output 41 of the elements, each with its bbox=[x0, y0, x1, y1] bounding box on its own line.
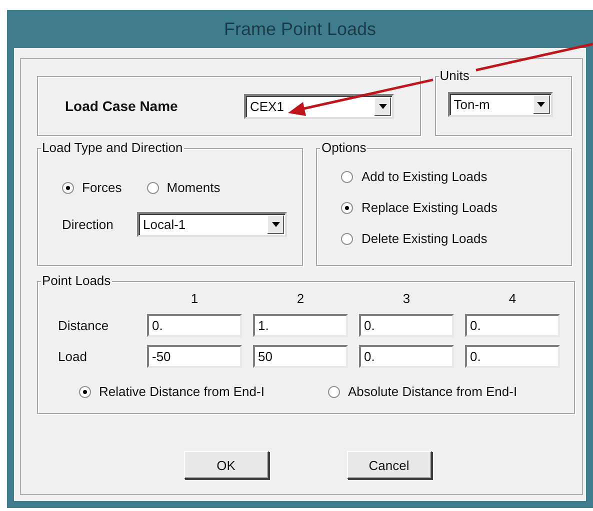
input-field[interactable]: -50 bbox=[147, 345, 242, 368]
radio-label: Delete Existing Loads bbox=[361, 231, 488, 246]
input-field[interactable]: 50 bbox=[253, 345, 348, 368]
dropdown-button[interactable] bbox=[374, 96, 391, 116]
direction-label: Direction bbox=[62, 217, 114, 232]
input-field[interactable]: 0. bbox=[359, 314, 454, 337]
input-field[interactable]: 0. bbox=[465, 314, 560, 337]
row-label: Load bbox=[58, 349, 88, 364]
radio-button[interactable] bbox=[146, 182, 159, 194]
input-field[interactable]: 0. bbox=[147, 314, 242, 337]
radio-button[interactable] bbox=[341, 170, 354, 182]
group-legend: Load Type and Direction bbox=[41, 140, 184, 156]
direction-dropdown[interactable]: Local-1 bbox=[137, 212, 287, 237]
column-header: 4 bbox=[508, 292, 518, 306]
radio-button[interactable] bbox=[62, 182, 74, 194]
radio-label: Absolute Distance from End-I bbox=[348, 384, 518, 399]
radio-label: Forces bbox=[82, 180, 122, 195]
radio-label: Moments bbox=[166, 180, 220, 195]
radio-button[interactable] bbox=[341, 202, 354, 214]
dropdown-button[interactable] bbox=[267, 215, 284, 234]
input-field[interactable]: 0. bbox=[465, 345, 560, 368]
radio-button[interactable] bbox=[341, 232, 354, 244]
load-case-label: Load Case Name bbox=[65, 98, 179, 114]
load-case-dropdown[interactable]: CEX1 bbox=[244, 94, 394, 118]
units-dropdown[interactable]: Ton-m bbox=[448, 92, 553, 117]
radio-label: Add to Existing Loads bbox=[361, 169, 488, 184]
dropdown-button[interactable] bbox=[532, 95, 550, 114]
radio-button[interactable] bbox=[328, 386, 340, 398]
cancel-button[interactable]: Cancel bbox=[346, 451, 432, 479]
ok-button[interactable]: OK bbox=[184, 451, 268, 479]
column-header: 3 bbox=[402, 292, 412, 306]
input-field[interactable]: 0. bbox=[359, 345, 454, 368]
column-header: 2 bbox=[296, 292, 306, 306]
radio-label: Replace Existing Loads bbox=[361, 200, 498, 215]
radio-label: Relative Distance from End-I bbox=[99, 384, 264, 399]
column-header: 1 bbox=[190, 292, 200, 306]
radio-button[interactable] bbox=[79, 386, 91, 398]
group-legend: Options bbox=[320, 140, 368, 156]
row-label: Distance bbox=[58, 318, 110, 333]
window-title: Frame Point Loads bbox=[222, 18, 378, 40]
input-field[interactable]: 1. bbox=[253, 314, 348, 337]
